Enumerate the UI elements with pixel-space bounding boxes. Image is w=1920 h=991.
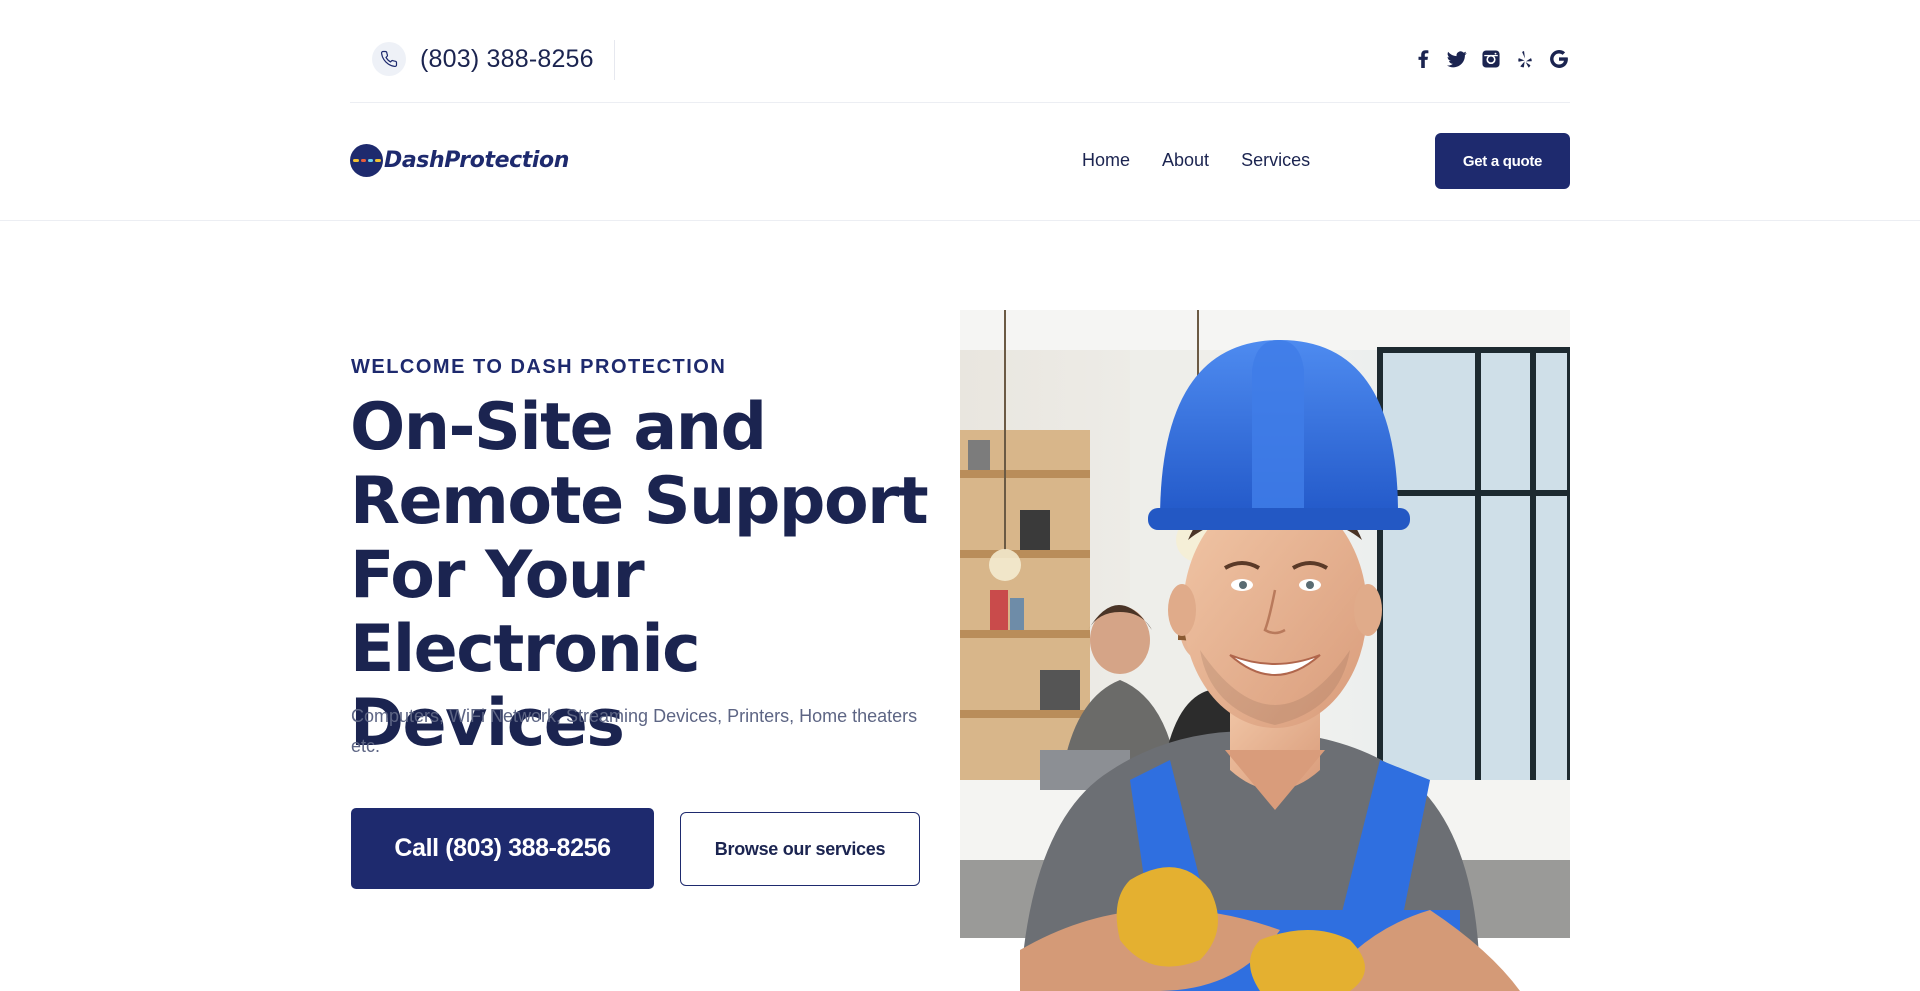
main-nav: Home About Services <box>1082 150 1310 171</box>
nav-home[interactable]: Home <box>1082 150 1130 171</box>
hero-eyebrow: WELCOME TO DASH PROTECTION <box>351 356 727 378</box>
hero-title-line: Remote Support <box>350 464 929 539</box>
hero-image <box>960 310 1570 991</box>
divider <box>614 40 615 80</box>
nav-about[interactable]: About <box>1162 150 1209 171</box>
call-button[interactable]: Call (803) 388-8256 <box>351 808 654 889</box>
google-icon[interactable] <box>1548 48 1570 70</box>
top-phone-number: (803) 388-8256 <box>420 44 594 73</box>
twitter-icon[interactable] <box>1446 48 1468 70</box>
hero-subtitle: Computers, WiFi Network, Streaming Devic… <box>351 706 918 756</box>
top-phone-link[interactable]: (803) 388-8256 <box>372 42 594 76</box>
browse-services-button[interactable]: Browse our services <box>680 812 920 886</box>
facebook-icon[interactable] <box>1412 48 1434 70</box>
yelp-icon[interactable] <box>1514 48 1536 70</box>
top-bar: (803) 388-8256 <box>350 0 1570 103</box>
logo[interactable]: DashProtection <box>350 144 569 177</box>
hero-title-line: For Your Electronic <box>350 538 701 687</box>
social-links <box>1412 48 1570 70</box>
instagram-icon[interactable] <box>1480 48 1502 70</box>
get-quote-button[interactable]: Get a quote <box>1435 133 1570 189</box>
nav-services[interactable]: Services <box>1241 150 1310 171</box>
hero-title-line: On-Site and <box>350 390 767 465</box>
logo-text: DashProtection <box>384 148 569 173</box>
main-header: DashProtection Home About Services Get a… <box>0 104 1920 221</box>
logo-mark-icon <box>350 144 383 177</box>
phone-icon <box>372 42 406 76</box>
